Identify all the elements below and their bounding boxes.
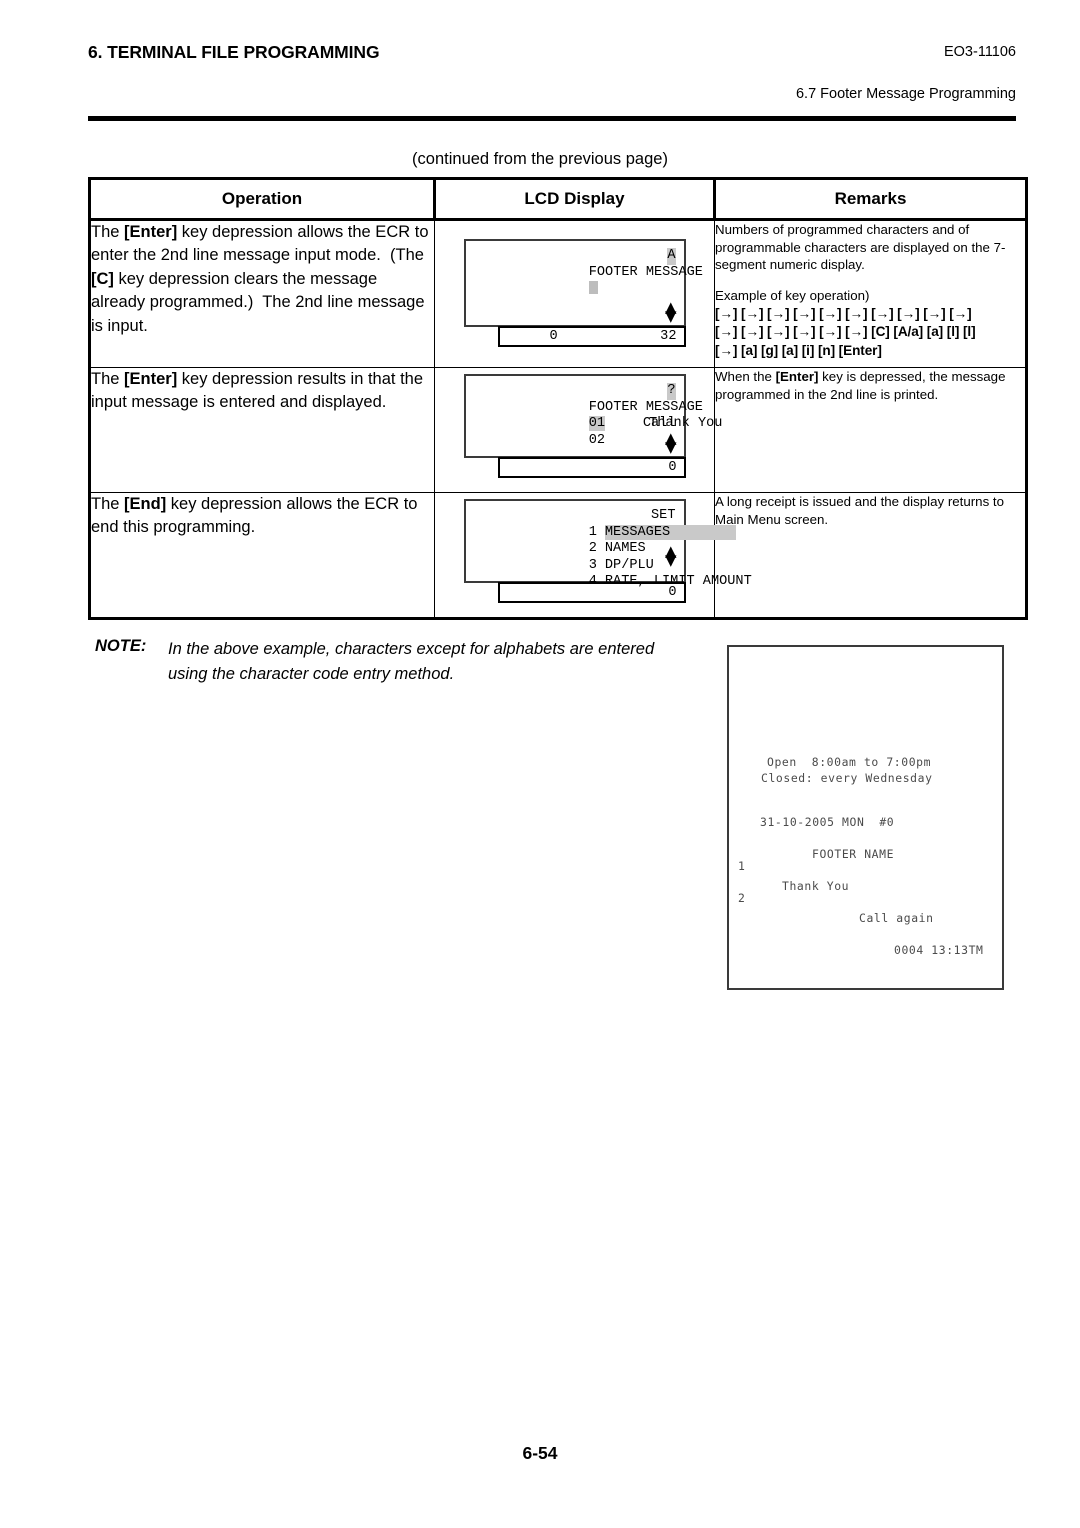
table-row: The [Enter] key depression results in th… (88, 367, 1028, 493)
seg-programmed-count: 0 (668, 585, 677, 600)
scroll-arrows-icon[interactable]: ▲ ▼ (665, 431, 677, 455)
menu-item-tag: SET (651, 508, 676, 523)
lcd-widget: FOOTER MESSAGE ? 01 Thank You 02 Call ▲ ▼ 0 (463, 374, 722, 478)
lcd-title-line: FOOTER MESSAGE ? (475, 383, 703, 415)
procedure-table: Operation LCD Display Remarks The [Enter… (88, 177, 1028, 620)
lcd-mode-indicator: A (667, 248, 676, 265)
key-sequence-line: [→] [→] [→] [→] [→] [→] [→] [→] [→] [→] (715, 305, 972, 321)
page-number: 6-54 (522, 1443, 558, 1463)
menu-item-4[interactable]: 4 RATE, LIMIT AMOUNT (475, 558, 752, 589)
lcd-message-line-1: 01 Thank You (475, 400, 722, 431)
receipt-open-hours: Open 8:00am to 7:00pm (767, 755, 932, 769)
lcd-display-cell: FOOTER MESSAGE A ▲ ▼ 0 32 (434, 219, 715, 368)
scroll-arrows-icon[interactable]: ▲ ▼ (665, 300, 677, 324)
seven-segment-display: 0 (497, 457, 686, 478)
remarks-cell: Numbers of programmed characters and of … (714, 219, 1028, 368)
document-section-title: 6. TERMINAL FILE PROGRAMMING (88, 42, 380, 62)
lcd-widget: FOOTER MESSAGE A ▲ ▼ 0 32 (463, 239, 703, 347)
page-header: 6. TERMINAL FILE PROGRAMMING EO3-11106 6… (88, 42, 1016, 122)
header-divider-rule (88, 116, 1016, 121)
receipt-line2-text: Call again (859, 911, 934, 925)
remarks-spacer (715, 274, 1025, 287)
receipt-closed-note: Closed: every Wednesday (761, 771, 933, 785)
seven-segment-display: 0 32 (497, 326, 686, 347)
lcd-input-line (475, 265, 676, 294)
column-header-operation: Operation (88, 177, 436, 221)
seg-programmable-count: 32 (660, 329, 677, 344)
seg-programmed-count: 0 (668, 460, 677, 475)
column-header-remarks: Remarks (713, 177, 1028, 221)
lcd-cursor-block (588, 281, 598, 294)
lcd-display-cell: FOOTER MESSAGE ? 01 Thank You 02 Call ▲ ▼ 0 (434, 367, 722, 493)
remarks-cell: When the [Enter] key is depressed, the m… (714, 367, 1028, 493)
key-sequence-line: [→] [a] [g] [a] [i] [n] [Enter] (715, 342, 882, 358)
menu-item-1[interactable]: 1 MESSAGES SET (475, 508, 737, 540)
remarks-cell: A long receipt is issued and the display… (714, 492, 1028, 620)
receipt-date-line: 31-10-2005 MON #0 (760, 815, 895, 829)
note-text: In the above example, characters except … (168, 640, 655, 683)
note-label: NOTE: (95, 637, 147, 655)
receipt-trailer: 0004 13:13TM (894, 943, 984, 957)
lcd-widget: 1 MESSAGES SET 2 NAMES 3 DP/PLU 4 RATE, LIMIT… (463, 499, 752, 603)
document-subsection-title: 6.7 Footer Message Programming (795, 86, 1016, 102)
document-code: EO3-11106 (943, 44, 1016, 60)
operation-cell: The [End] key depression allows the ECR … (88, 492, 435, 620)
remarks-text: A long receipt is issued and the display… (715, 494, 1005, 527)
table-header-row: Operation LCD Display Remarks (88, 177, 1028, 221)
lcd-title-line: FOOTER MESSAGE A (475, 248, 703, 280)
operation-cell: The [Enter] key depression results in th… (88, 367, 435, 493)
lcd-line-number: 02 (588, 432, 606, 448)
lcd-screen: 1 MESSAGES SET 2 NAMES 3 DP/PLU 4 RATE, LIMIT… (463, 499, 752, 589)
table-row: The [Enter] key depression allows the EC… (88, 219, 1028, 368)
lcd-mode-indicator: ? (667, 383, 676, 400)
receipt-line1-number: 1 (738, 859, 746, 873)
receipt-line2-number: 2 (738, 891, 746, 905)
sample-receipt: Open 8:00am to 7:00pm Closed: every Wedn… (727, 645, 1004, 990)
key-sequence-line: [→] [→] [→] [→] [→] [→] [C] [A/a] [a] [l… (715, 324, 976, 340)
continued-from-previous-page-note: (continued from the previous page) (412, 150, 668, 168)
scroll-arrows-icon[interactable]: ▲ ▼ (665, 544, 677, 568)
lcd-screen: FOOTER MESSAGE ? 01 Thank You 02 Call ▲ ▼ (463, 374, 722, 458)
seven-segment-display: 0 (497, 582, 686, 603)
lcd-message-line-2: 02 Call (475, 416, 676, 448)
lcd-display-cell: 1 MESSAGES SET 2 NAMES 3 DP/PLU 4 RATE, LIMIT… (434, 492, 752, 620)
column-header-lcd-display: LCD Display (433, 177, 716, 221)
remarks-text: Numbers of programmed characters and of … (715, 222, 1006, 273)
receipt-line1-text: Thank You (782, 879, 850, 893)
menu-item-2[interactable]: 2 NAMES (475, 525, 676, 556)
remarks-example-label: Example of key operation) (715, 288, 870, 304)
table-row: The [End] key depression allows the ECR … (88, 492, 1028, 620)
seg-programmed-count: 0 (549, 329, 558, 344)
receipt-footer-name: FOOTER NAME (812, 847, 895, 861)
remarks-text: When the [Enter] key is depressed, the m… (715, 369, 1006, 402)
lcd-screen: FOOTER MESSAGE A ▲ ▼ (463, 239, 703, 327)
menu-item-3[interactable]: 3 DP/PLU (475, 541, 676, 573)
operation-cell: The [Enter] key depression allows the EC… (88, 219, 435, 368)
